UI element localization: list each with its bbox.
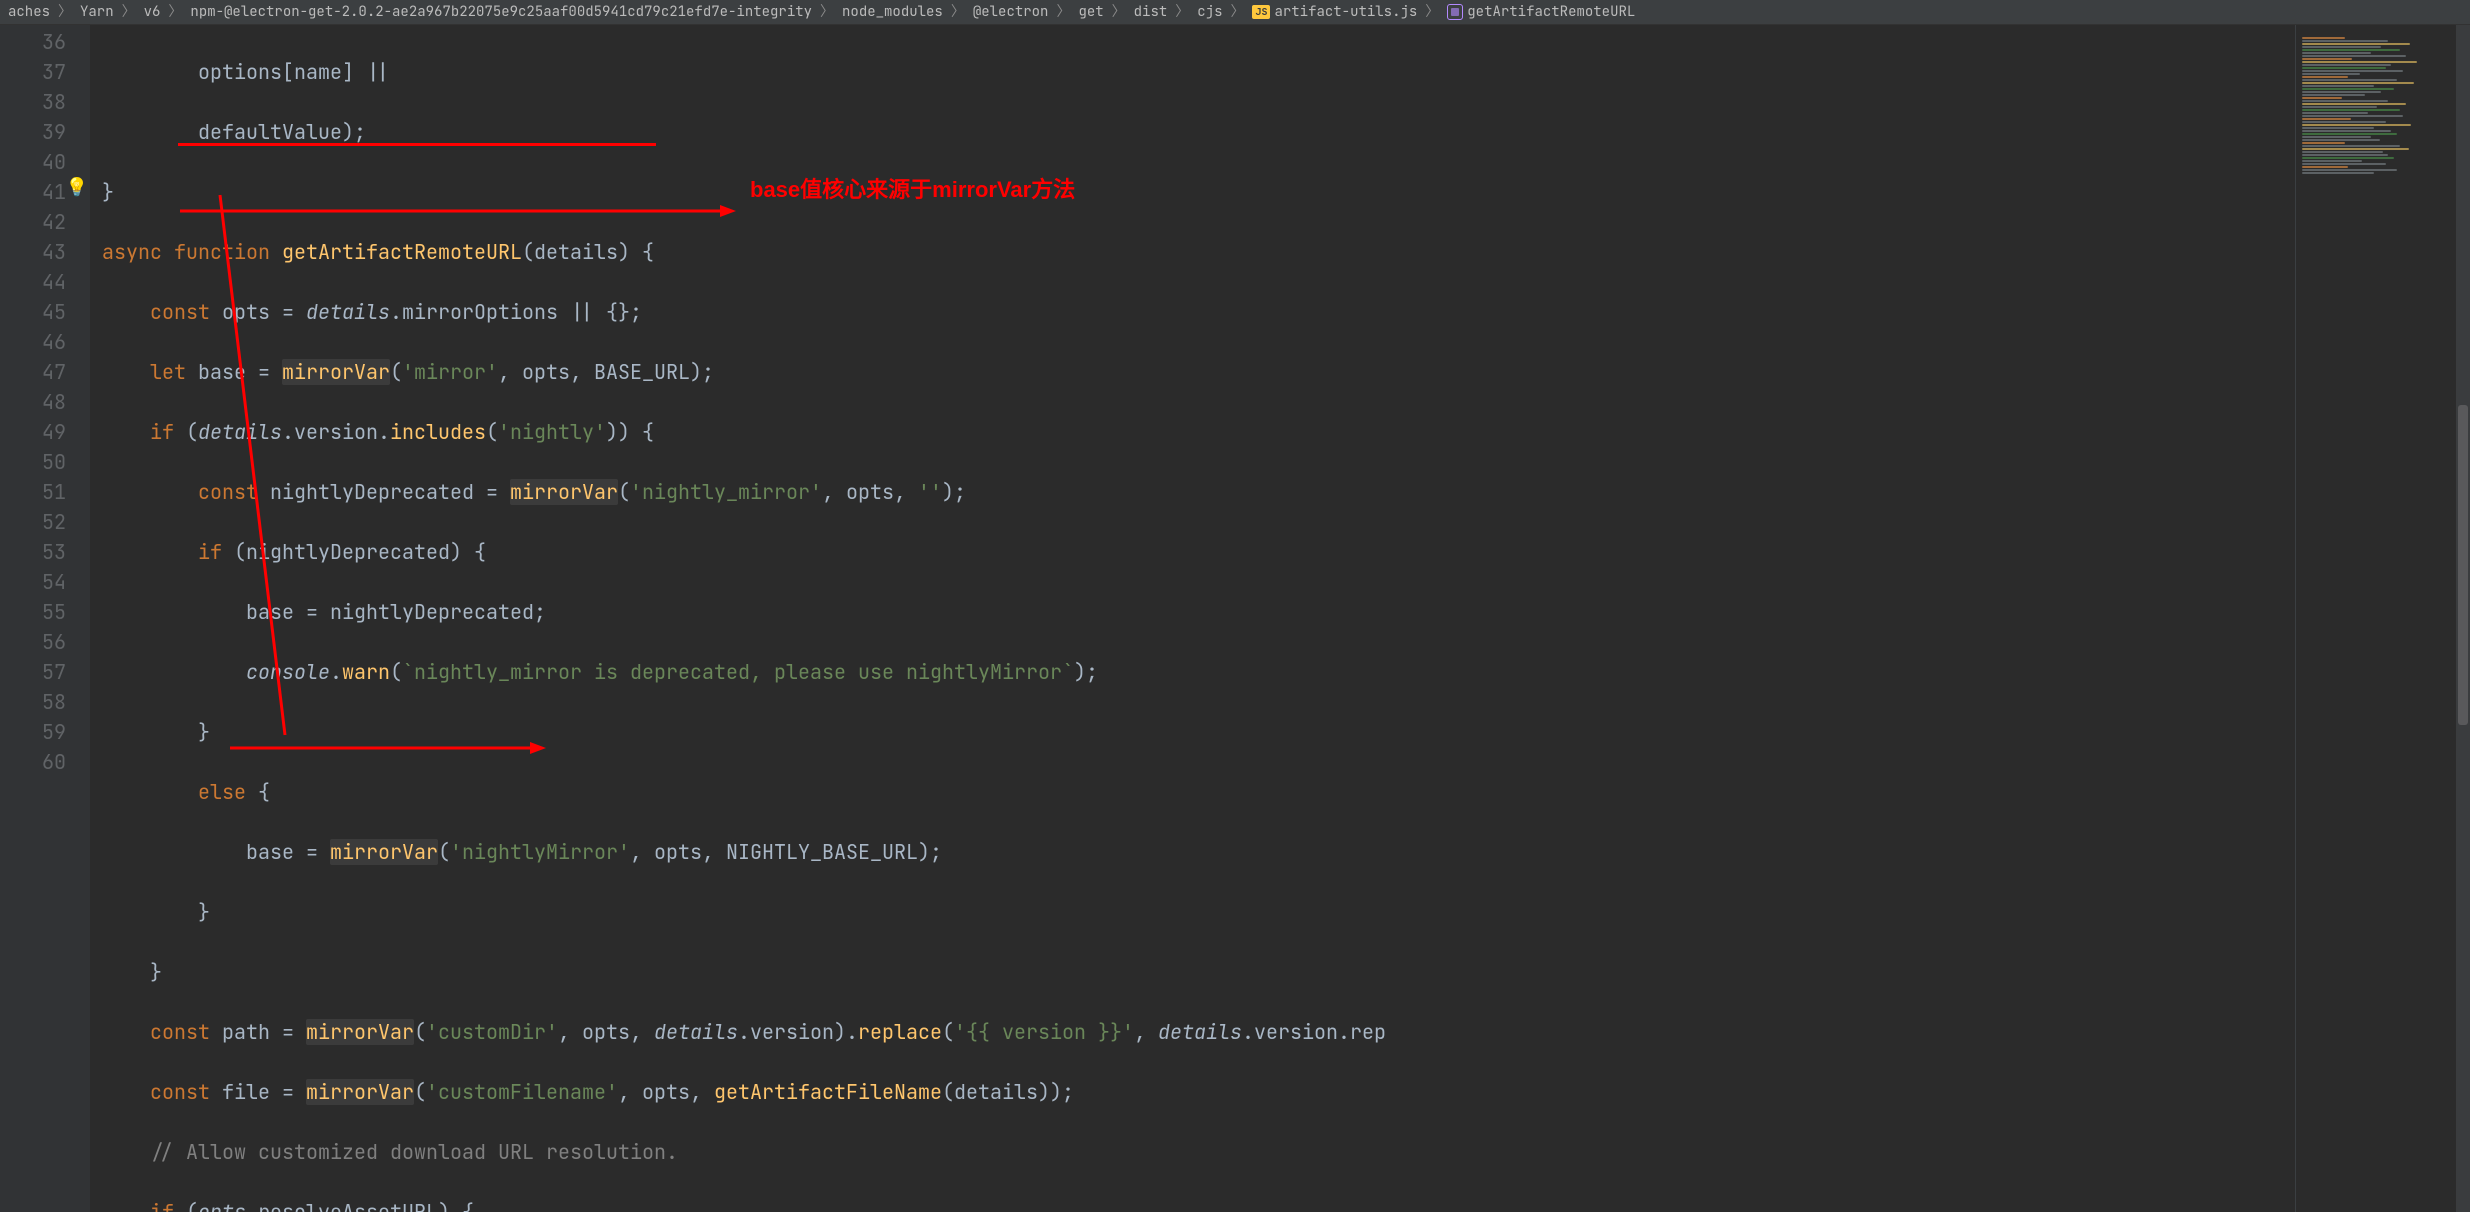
code-line[interactable]: const path = mirrorVar('customDir', opts…: [90, 1017, 2295, 1047]
chevron-right-icon: 〉: [1425, 0, 1439, 25]
function-icon: [1447, 4, 1463, 20]
chevron-right-icon: 〉: [1056, 0, 1070, 25]
line-number: 38: [0, 87, 90, 117]
code-editor[interactable]: 💡 36 37 38 39 40 41 42 43 44 45 46 47 48…: [0, 25, 2470, 1212]
line-number: 52: [0, 507, 90, 537]
crumb-symbol-label: getArtifactRemoteURL: [1467, 0, 1635, 25]
code-line[interactable]: else {: [90, 777, 2295, 807]
code-line[interactable]: if (opts.resolveAssetURL) {: [90, 1197, 2295, 1212]
code-line[interactable]: }: [90, 957, 2295, 987]
code-line[interactable]: base = mirrorVar('nightlyMirror', opts, …: [90, 837, 2295, 867]
line-number: 39: [0, 117, 90, 147]
chevron-right-icon: 〉: [58, 0, 72, 25]
code-line[interactable]: console.warn(`nightly_mirror is deprecat…: [90, 657, 2295, 687]
code-line[interactable]: if (details.version.includes('nightly'))…: [90, 417, 2295, 447]
line-number: 59: [0, 717, 90, 747]
minimap-content: [2302, 37, 2446, 237]
crumb[interactable]: npm-@electron-get-2.0.2-ae2a967b22075e9c…: [190, 0, 812, 25]
crumb-file[interactable]: JS artifact-utils.js: [1252, 0, 1417, 25]
crumb[interactable]: aches: [8, 0, 50, 25]
line-number: 56: [0, 627, 90, 657]
code-line[interactable]: let base = mirrorVar('mirror', opts, BAS…: [90, 357, 2295, 387]
chevron-right-icon: 〉: [1175, 0, 1189, 25]
code-area[interactable]: options[name] || defaultValue); } async …: [90, 25, 2295, 1212]
line-number: 46: [0, 327, 90, 357]
chevron-right-icon: 〉: [1112, 0, 1126, 25]
crumb[interactable]: dist: [1134, 0, 1168, 25]
line-number: 47: [0, 357, 90, 387]
line-number: 36: [0, 27, 90, 57]
code-line[interactable]: // Allow customized download URL resolut…: [90, 1137, 2295, 1167]
chevron-right-icon: 〉: [168, 0, 182, 25]
chevron-right-icon: 〉: [951, 0, 965, 25]
code-line[interactable]: }: [90, 897, 2295, 927]
code-line[interactable]: const file = mirrorVar('customFilename',…: [90, 1077, 2295, 1107]
breadcrumb[interactable]: aches 〉 Yarn 〉 v6 〉 npm-@electron-get-2.0.2…: [0, 0, 2470, 25]
crumb[interactable]: cjs: [1197, 0, 1222, 25]
crumb[interactable]: Yarn: [80, 0, 114, 25]
vertical-scrollbar[interactable]: [2456, 25, 2470, 1212]
crumb-file-label: artifact-utils.js: [1274, 0, 1417, 25]
line-number: 51: [0, 477, 90, 507]
line-number: 42: [0, 207, 90, 237]
code-line[interactable]: async function getArtifactRemoteURL(deta…: [90, 237, 2295, 267]
code-line[interactable]: const opts = details.mirrorOptions || {}…: [90, 297, 2295, 327]
code-minimap[interactable]: [2295, 25, 2456, 1212]
js-file-icon: JS: [1252, 5, 1270, 19]
chevron-right-icon: 〉: [122, 0, 136, 25]
crumb[interactable]: node_modules: [842, 0, 943, 25]
code-line[interactable]: }: [90, 717, 2295, 747]
chevron-right-icon: 〉: [1230, 0, 1244, 25]
code-line[interactable]: base = nightlyDeprecated;: [90, 597, 2295, 627]
line-number: 57: [0, 657, 90, 687]
crumb-symbol[interactable]: getArtifactRemoteURL: [1447, 0, 1635, 25]
line-number: 37: [0, 57, 90, 87]
code-line[interactable]: }: [90, 177, 2295, 207]
line-number: 50: [0, 447, 90, 477]
code-line[interactable]: options[name] ||: [90, 57, 2295, 87]
line-number: 45: [0, 297, 90, 327]
scrollbar-thumb[interactable]: [2458, 405, 2468, 725]
line-number: 43: [0, 237, 90, 267]
code-line[interactable]: defaultValue);: [90, 117, 2295, 147]
crumb[interactable]: @electron: [973, 0, 1049, 25]
line-number: 55: [0, 597, 90, 627]
line-number: 60: [0, 747, 90, 777]
lightbulb-icon[interactable]: 💡: [66, 179, 88, 197]
line-number-gutter[interactable]: 💡 36 37 38 39 40 41 42 43 44 45 46 47 48…: [0, 25, 90, 1212]
chevron-right-icon: 〉: [820, 0, 834, 25]
line-number: 40: [0, 147, 90, 177]
code-line[interactable]: if (nightlyDeprecated) {: [90, 537, 2295, 567]
line-number: 48: [0, 387, 90, 417]
line-number: 54: [0, 567, 90, 597]
line-number: 49: [0, 417, 90, 447]
line-number: 44: [0, 267, 90, 297]
annotation-arrow-right: [180, 205, 740, 217]
code-line[interactable]: const nightlyDeprecated = mirrorVar('nig…: [90, 477, 2295, 507]
crumb[interactable]: get: [1078, 0, 1103, 25]
line-number: 58: [0, 687, 90, 717]
line-number: 53: [0, 537, 90, 567]
crumb[interactable]: v6: [144, 0, 161, 25]
